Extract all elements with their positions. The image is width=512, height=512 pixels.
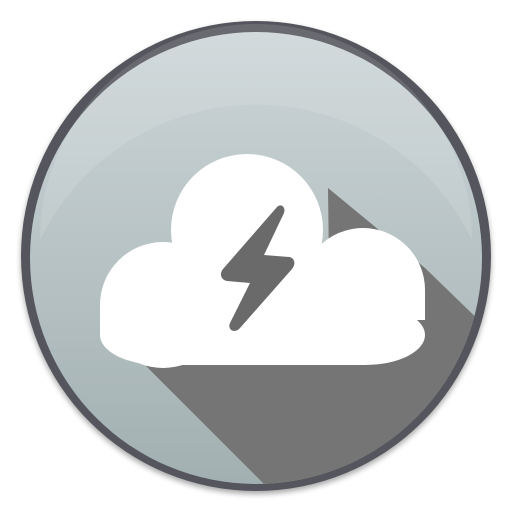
- cloud-base: [100, 305, 425, 365]
- app-icon: [0, 0, 512, 512]
- thunderstorm-cloud-icon: [21, 21, 491, 491]
